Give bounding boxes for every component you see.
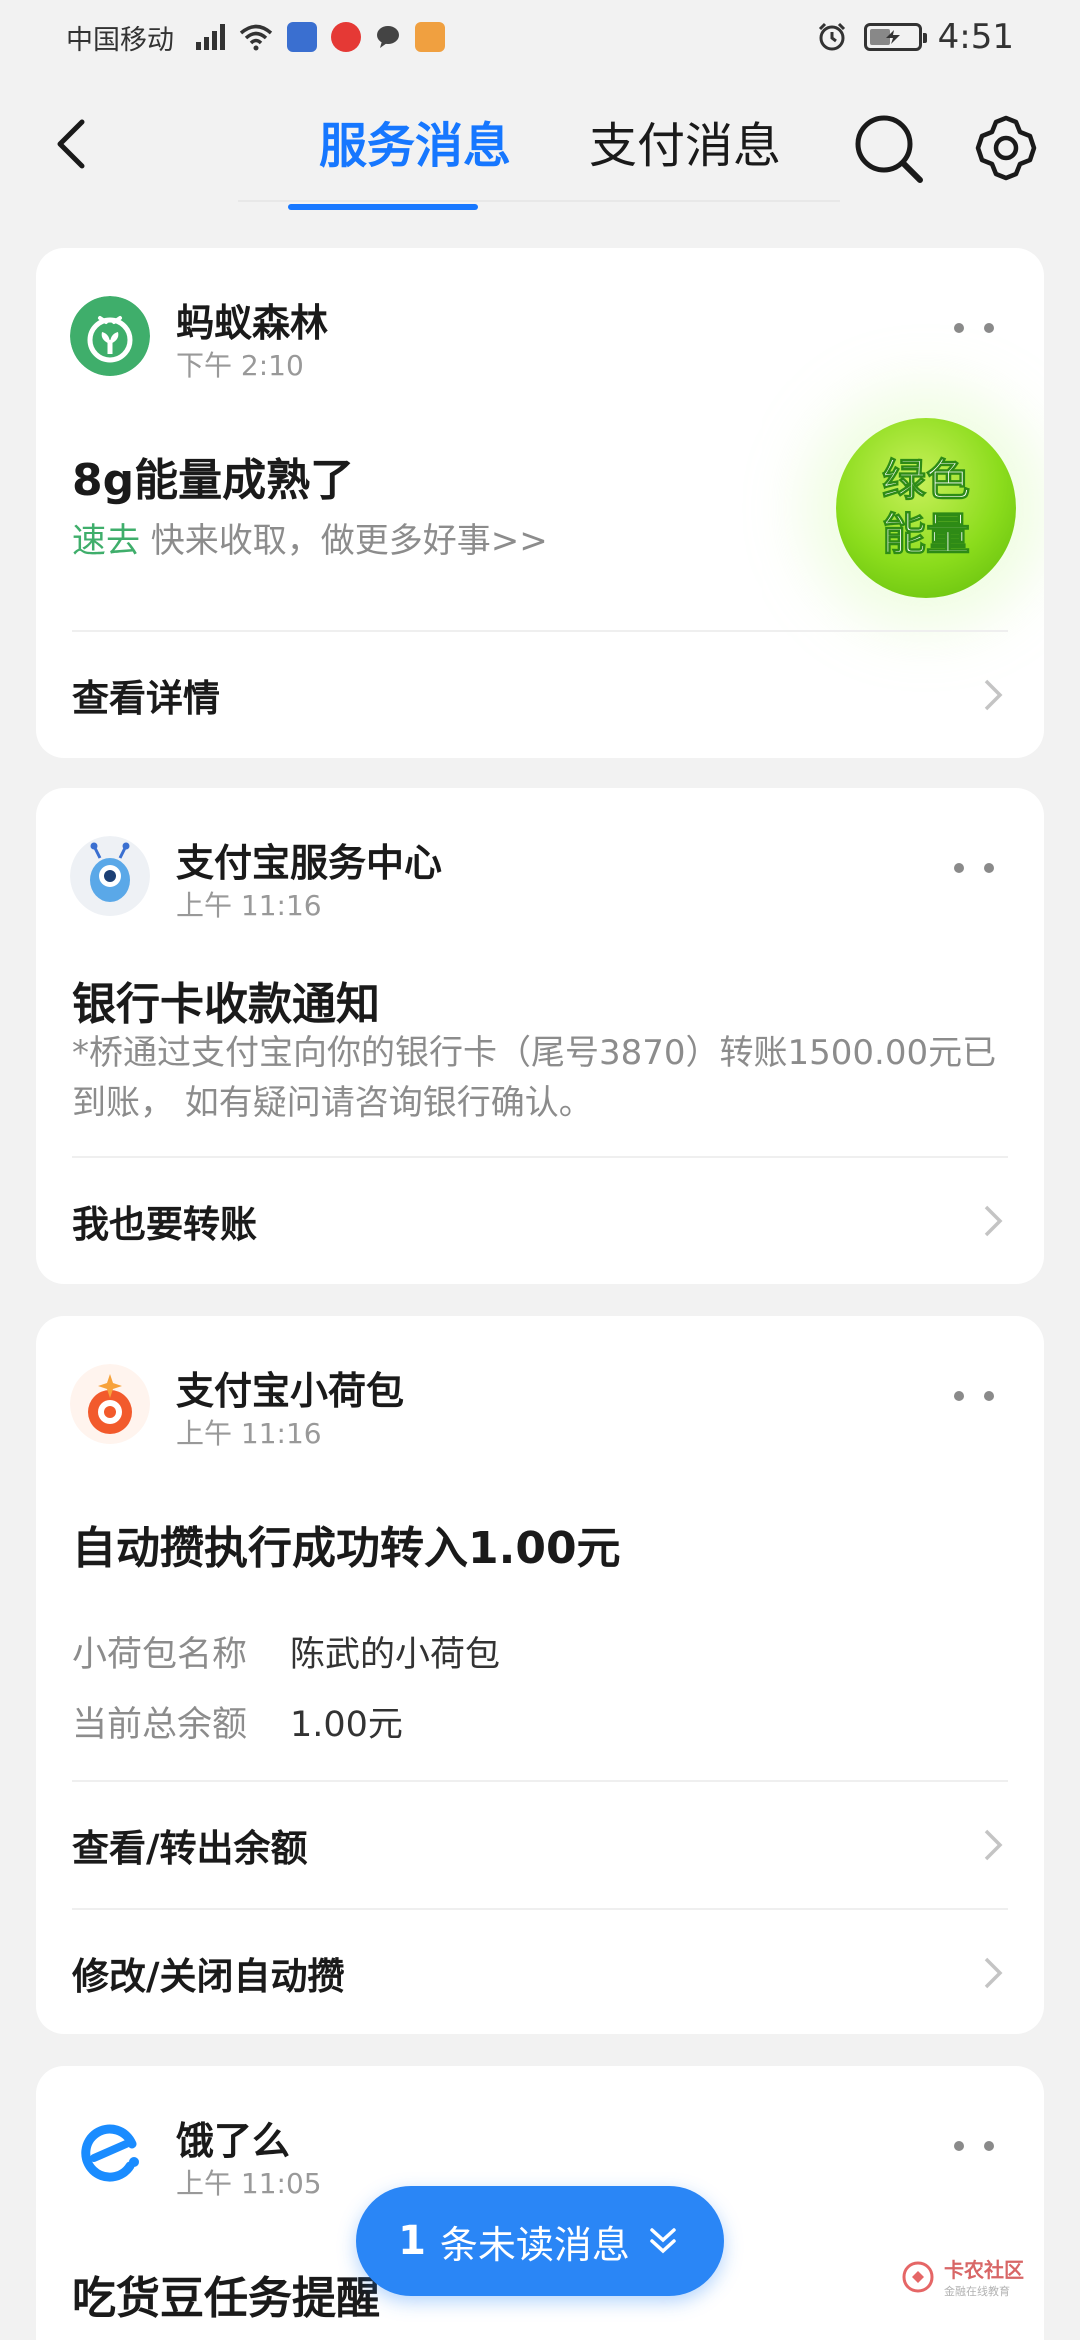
message-body: *桥通过支付宝向你的银行卡（尾号3870）转账1500.00元已到账， 如有疑问… — [72, 1033, 997, 1123]
battery-icon — [863, 23, 927, 51]
gear-icon[interactable] — [972, 114, 1040, 182]
more-options-icon[interactable] — [954, 858, 994, 878]
tab-service-messages[interactable]: 服务消息 — [280, 106, 550, 210]
message-time: 下午 2:10 — [176, 349, 304, 382]
wallet-name-row: 小荷包名称 陈武的小荷包 — [72, 1626, 500, 1677]
message-time: 上午 11:05 — [176, 2167, 322, 2200]
app-notification-icon — [287, 22, 317, 52]
tab-bar: 服务消息 支付消息 — [280, 106, 820, 210]
sender-name: 支付宝服务中心 — [176, 841, 443, 885]
card-header: 支付宝服务中心 上午 11:16 — [36, 788, 1044, 922]
chevron-right-icon — [984, 679, 1003, 711]
unread-label: 条未读消息 — [439, 2222, 630, 2267]
message-time: 上午 11:16 — [176, 1417, 322, 1450]
robot-avatar — [70, 836, 150, 916]
more-options-icon[interactable] — [954, 1386, 994, 1406]
unread-count: 1 — [398, 2218, 426, 2264]
balance-row: 当前总余额 1.00元 — [72, 1696, 403, 1747]
chevron-right-icon — [984, 1205, 1003, 1237]
sender-name: 支付宝小荷包 — [176, 1369, 405, 1413]
message-card-ant-forest[interactable]: 蚂蚁森林 下午 2:10 8g能量成熟了 速去 快来收取，做更多好事>> 绿色能… — [36, 248, 1044, 758]
search-icon[interactable] — [850, 110, 926, 186]
message-title: 银行卡收款通知 — [72, 979, 380, 1030]
alarm-icon — [818, 22, 845, 51]
wifi-icon — [239, 24, 273, 51]
app-notification-icon — [415, 22, 445, 52]
eleme-avatar — [70, 2114, 150, 2194]
app-notification-icon — [331, 22, 361, 52]
green-energy-badge[interactable]: 绿色能量 — [836, 418, 1016, 598]
transfer-row[interactable]: 我也要转账 — [36, 1158, 1044, 1284]
sender-name: 蚂蚁森林 — [176, 301, 329, 345]
wallet-avatar — [70, 1364, 150, 1444]
sender-name: 饿了么 — [176, 2119, 291, 2163]
highlight-text: 速去 — [72, 521, 140, 561]
field-key: 小荷包名称 — [72, 1635, 248, 1675]
more-options-icon[interactable] — [954, 2136, 994, 2156]
view-transfer-balance-row[interactable]: 查看/转出余额 — [36, 1782, 1044, 1908]
watermark: 卡农社区 金融在线教育 — [900, 2254, 1024, 2299]
status-icons — [196, 22, 445, 52]
field-value: 1.00元 — [290, 1705, 403, 1745]
modify-auto-save-row[interactable]: 修改/关闭自动攒 — [36, 1910, 1044, 2034]
carrier-name: 中国移动 — [66, 24, 174, 56]
unread-messages-button[interactable]: 1 条未读消息 — [356, 2186, 724, 2296]
action-label: 查看/转出余额 — [72, 1827, 308, 1870]
status-bar: 中国移动 4:51 — [0, 0, 1080, 74]
card-header: 饿了么 上午 11:05 — [36, 2066, 1044, 2200]
tab-divider — [238, 200, 840, 202]
nav-bar: 服务消息 支付消息 — [0, 86, 1080, 216]
energy-badge-label: 绿色能量 — [882, 455, 971, 561]
chevron-right-icon — [984, 1957, 1003, 1989]
watermark-name: 卡农社区 — [944, 2258, 1024, 2282]
message-card-alipay-service[interactable]: 支付宝服务中心 上午 11:16 银行卡收款通知 *桥通过支付宝向你的银行卡（尾… — [36, 788, 1044, 1284]
watermark-logo-icon — [902, 2260, 934, 2293]
message-title: 吃货豆任务提醒 — [72, 2273, 380, 2324]
more-options-icon[interactable] — [954, 318, 994, 338]
message-title: 自动攒执行成功转入1.00元 — [72, 1523, 621, 1574]
action-label: 修改/关闭自动攒 — [72, 1955, 345, 1998]
field-key: 当前总余额 — [72, 1705, 248, 1745]
chevron-right-icon — [984, 1829, 1003, 1861]
message-title: 8g能量成熟了 — [72, 455, 355, 506]
signal-icon — [196, 24, 225, 50]
tab-payment-messages[interactable]: 支付消息 — [550, 106, 820, 206]
view-details-row[interactable]: 查看详情 — [36, 632, 1044, 758]
back-arrow-icon[interactable] — [40, 112, 104, 176]
clock-time: 4:51 — [937, 17, 1014, 57]
message-subtitle: 速去 快来收取，做更多好事>> — [72, 516, 772, 566]
chat-bubble-icon — [377, 26, 399, 48]
subtitle-text: 快来收取，做更多好事>> — [140, 521, 548, 561]
action-label: 我也要转账 — [72, 1203, 257, 1246]
double-chevron-down-icon — [650, 2228, 676, 2254]
card-header: 支付宝小荷包 上午 11:16 — [36, 1316, 1044, 1450]
card-header: 蚂蚁森林 下午 2:10 — [36, 248, 1044, 382]
action-label: 查看详情 — [72, 677, 220, 720]
ant-forest-avatar — [70, 296, 150, 376]
watermark-sub: 金融在线教育 — [944, 2285, 1010, 2298]
message-card-small-wallet[interactable]: 支付宝小荷包 上午 11:16 自动攒执行成功转入1.00元 小荷包名称 陈武的… — [36, 1316, 1044, 2034]
field-value: 陈武的小荷包 — [290, 1635, 501, 1675]
status-right: 4:51 — [816, 17, 1014, 57]
message-time: 上午 11:16 — [176, 889, 322, 922]
